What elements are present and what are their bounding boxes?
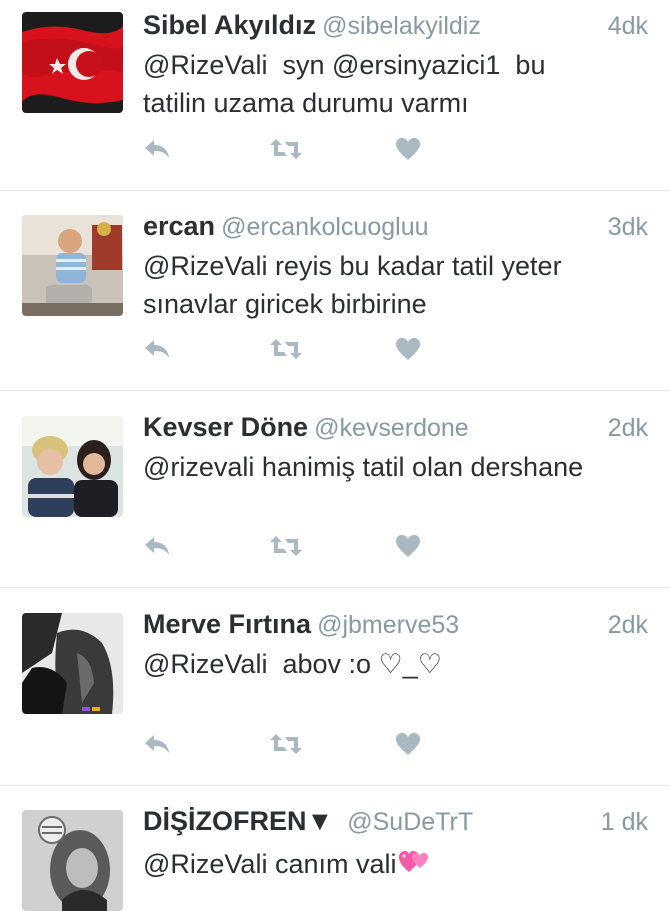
timeline: Sibel Akyıldız @sibelakyildiz 4dk @RizeVa… (0, 0, 670, 911)
heart-icon (396, 535, 420, 557)
author-name[interactable]: Kevser Döne (143, 412, 308, 442)
tweet-header: Sibel Akyıldız @sibelakyildiz 4dk (143, 10, 648, 44)
reply-icon (145, 140, 169, 158)
like-button[interactable] (395, 337, 427, 367)
like-button[interactable] (395, 732, 427, 762)
heart-icon (396, 338, 420, 360)
tweet-time[interactable]: 2dk (608, 414, 648, 443)
retweet-button[interactable] (269, 337, 302, 367)
tweet[interactable]: ercan @ercankolcuogluu 3dk @RizeVali reyi… (0, 191, 670, 391)
child-photo-avatar (22, 215, 123, 316)
tweet[interactable]: Sibel Akyıldız @sibelakyildiz 4dk @RizeVa… (0, 0, 670, 191)
like-button[interactable] (395, 534, 427, 564)
tweet-text-content: @RizeVali canım vali (143, 849, 397, 879)
turkish-flag-avatar (22, 12, 123, 113)
author-name[interactable]: Merve Fırtına (143, 609, 311, 639)
retweet-button[interactable] (269, 137, 302, 167)
tweet-text: @RizeVali reyis bu kadar tatil yeter sın… (143, 251, 562, 319)
tweet-header: DİŞİZOFREN▼ @SuDeTrT 1 dk (143, 806, 648, 840)
tweet[interactable]: DİŞİZOFREN▼ @SuDeTrT 1 dk @RizeVali canım… (0, 786, 670, 911)
author-name[interactable]: Sibel Akyıldız (143, 10, 316, 40)
tweet[interactable]: Merve Fırtına @jbmerve53 2dk @RizeVali ab… (0, 588, 670, 786)
two-people-photo-avatar (22, 416, 123, 517)
tweet-time[interactable]: 4dk (608, 12, 648, 41)
avatar[interactable] (22, 416, 123, 517)
tweet-header: ercan @ercankolcuogluu 3dk (143, 211, 648, 245)
tweet-text: @RizeVali syn @ersinyazici1 bu tatilin u… (143, 50, 546, 118)
avatar[interactable] (22, 12, 123, 113)
heart-icon (396, 138, 420, 160)
author-handle[interactable]: @sibelakyildiz (322, 12, 481, 40)
author-handle[interactable]: @ercankolcuogluu (221, 213, 428, 241)
author-handle[interactable]: @SuDeTrT (347, 808, 473, 836)
tweet-text: @RizeVali abov :o ♡_♡ (143, 649, 442, 679)
retweet-button[interactable] (269, 534, 302, 564)
tweet-time[interactable]: 3dk (608, 213, 648, 242)
avatar[interactable] (22, 215, 123, 316)
retweet-button[interactable] (269, 732, 302, 762)
reply-button[interactable] (143, 337, 175, 367)
retweet-icon (270, 536, 302, 556)
reply-icon (145, 735, 169, 753)
reply-button[interactable] (143, 534, 175, 564)
author-name[interactable]: ercan (143, 211, 215, 241)
reply-button[interactable] (143, 732, 175, 762)
pink-hearts-emoji (398, 848, 430, 886)
avatar[interactable] (22, 613, 123, 714)
bw-photo-avatar (22, 613, 123, 714)
avatar[interactable] (22, 810, 123, 911)
tweet-time[interactable]: 2dk (608, 611, 648, 640)
tweet-actions (143, 137, 443, 167)
author-handle[interactable]: @kevserdone (314, 414, 469, 442)
reply-button[interactable] (143, 137, 175, 167)
tweet-text: @rizevali hanimiş tatil olan dershane (143, 452, 584, 482)
reply-icon (145, 537, 169, 555)
tweet-header: Kevser Döne @kevserdone 2dk (143, 412, 648, 446)
author-handle[interactable]: @jbmerve53 (317, 611, 459, 639)
bw-girl-photo-avatar (22, 810, 123, 911)
reply-icon (145, 340, 169, 358)
tweet-text: @RizeVali canım vali (143, 845, 643, 886)
author-name[interactable]: DİŞİZOFREN▼ (143, 806, 333, 836)
retweet-icon (270, 734, 302, 754)
retweet-icon (270, 139, 302, 159)
tweet-actions (143, 534, 443, 564)
like-button[interactable] (395, 137, 427, 167)
tweet-time[interactable]: 1 dk (601, 808, 648, 837)
heart-icon (396, 733, 420, 755)
tweet[interactable]: Kevser Döne @kevserdone 2dk @rizevali han… (0, 391, 670, 588)
tweet-actions (143, 732, 443, 762)
tweet-actions (143, 337, 443, 367)
retweet-icon (270, 339, 302, 359)
tweet-header: Merve Fırtına @jbmerve53 2dk (143, 609, 648, 643)
